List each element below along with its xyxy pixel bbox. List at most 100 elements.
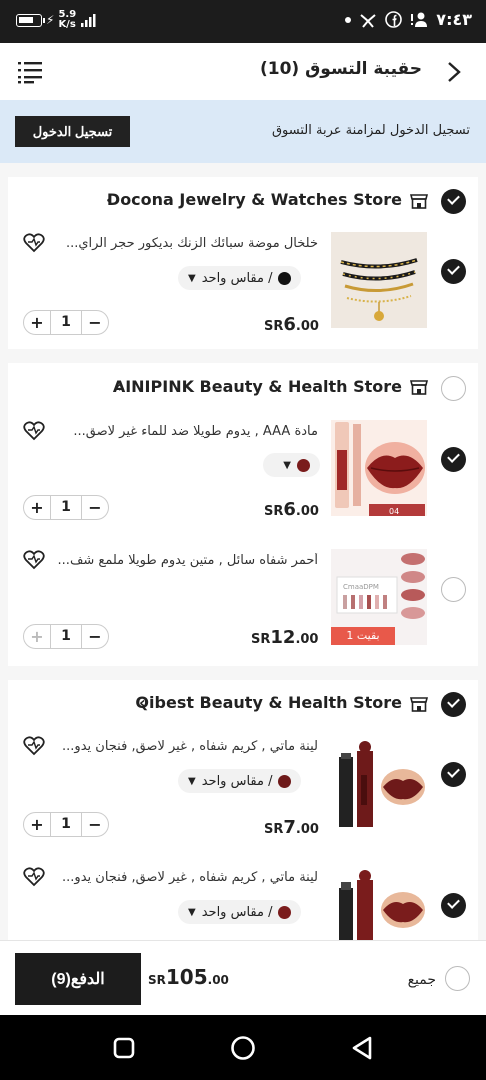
- quantity-value[interactable]: 1: [50, 496, 82, 519]
- quantity-value[interactable]: 1: [50, 813, 82, 836]
- store-checkbox[interactable]: [441, 189, 466, 214]
- user-alert-icon: [411, 12, 428, 27]
- wishlist-heart-icon[interactable]: [23, 421, 45, 441]
- price-decimal: .00: [295, 504, 319, 519]
- product-image[interactable]: [331, 735, 427, 831]
- item-checkbox[interactable]: [441, 762, 466, 787]
- store-icon: [410, 697, 428, 712]
- stock-badge: بقيت 1: [331, 627, 395, 645]
- price-integer: 12: [270, 627, 296, 648]
- item-price: SR6.00: [264, 499, 319, 520]
- item-checkbox[interactable]: [441, 447, 466, 472]
- signal-icon: [81, 14, 96, 27]
- list-menu-icon[interactable]: [18, 60, 44, 84]
- quantity-value[interactable]: 1: [50, 311, 82, 334]
- quantity-stepper: + 1 −: [23, 812, 109, 837]
- item-checkbox[interactable]: [441, 893, 466, 918]
- price-currency: SR: [264, 319, 284, 334]
- decrease-quantity-button[interactable]: −: [82, 498, 108, 517]
- chevron-left-icon[interactable]: ‹: [115, 377, 122, 396]
- wishlist-heart-icon[interactable]: [23, 233, 45, 253]
- total-decimal: .00: [207, 973, 229, 987]
- variant-color-swatch: [278, 774, 292, 788]
- select-all-checkbox[interactable]: [445, 966, 470, 991]
- checkout-bar: الدفع(9) SR105.00 جميع: [0, 940, 486, 1015]
- product-image[interactable]: [331, 232, 427, 328]
- variant-color-swatch: [278, 271, 292, 285]
- price-decimal: .00: [295, 632, 319, 647]
- total-price: SR105.00: [148, 965, 229, 989]
- product-image[interactable]: 04: [331, 420, 427, 516]
- increase-quantity-button[interactable]: +: [24, 627, 50, 646]
- home-icon[interactable]: [230, 1035, 256, 1061]
- quantity-value[interactable]: 1: [50, 625, 82, 648]
- wishlist-heart-icon[interactable]: [23, 550, 45, 570]
- select-all-label[interactable]: جميع: [408, 972, 436, 988]
- product-name[interactable]: أحمر شفاه سائل , متين يدوم طويلا ملمع شف…: [48, 553, 318, 568]
- total-integer: 105: [165, 965, 208, 989]
- variant-label: / مقاس واحد: [201, 904, 273, 920]
- store-name[interactable]: Qibest Beauty & Health Store: [135, 693, 402, 712]
- chevron-down-icon: ▼: [188, 775, 196, 787]
- price-integer: 6: [283, 314, 296, 335]
- price-decimal: .00: [295, 822, 319, 837]
- charging-icon: ⚡: [46, 13, 55, 27]
- status-right: ٧:٤٣: [345, 10, 472, 29]
- back-icon[interactable]: [350, 1035, 374, 1061]
- price-currency: SR: [264, 504, 284, 519]
- page-title: حقيبة التسوق (10): [259, 59, 422, 79]
- net-speed-unit: K/s: [58, 19, 76, 30]
- product-name[interactable]: لينة ماتي , كريم شفاه , غير لاصق, فنجان …: [48, 739, 318, 754]
- status-left: ⚡ 5.9 K/s: [16, 10, 98, 30]
- variant-selector[interactable]: ▼: [263, 453, 320, 477]
- status-time: ٧:٤٣: [436, 10, 472, 29]
- store-icon: [410, 380, 428, 395]
- product-name[interactable]: مادة AAA , يدوم طويلا ضد للماء غير لاصق.…: [48, 424, 318, 439]
- product-name[interactable]: خلخال موضة سبائك الزنك بديكور حجر الراي.…: [48, 236, 318, 251]
- item-checkbox[interactable]: [441, 259, 466, 284]
- store-name[interactable]: AINIPINK Beauty & Health Store: [113, 377, 402, 396]
- product-image[interactable]: CmaaDPM بقيت 1: [331, 549, 427, 645]
- wishlist-heart-icon[interactable]: [23, 736, 45, 756]
- increase-quantity-button[interactable]: +: [24, 313, 50, 332]
- variant-selector[interactable]: / مقاس واحد ▼: [178, 769, 302, 793]
- recent-apps-icon[interactable]: [113, 1037, 135, 1059]
- product-image-caption: 04: [389, 507, 399, 516]
- variant-selector[interactable]: / مقاس واحد ▼: [178, 266, 302, 290]
- product-image[interactable]: [331, 866, 427, 940]
- store-card: AINIPINK Beauty & Health Store ‹ 04 مادة…: [8, 363, 478, 666]
- chevron-right-icon[interactable]: [444, 61, 464, 83]
- variant-selector[interactable]: / مقاس واحد ▼: [178, 900, 302, 924]
- price-integer: 6: [283, 499, 296, 520]
- decrease-quantity-button[interactable]: −: [82, 313, 108, 332]
- price-integer: 7: [283, 817, 296, 838]
- decrease-quantity-button[interactable]: −: [82, 627, 108, 646]
- wishlist-heart-icon[interactable]: [23, 867, 45, 887]
- checkout-button[interactable]: الدفع(9): [15, 953, 141, 1005]
- login-banner-text: تسجيل الدخول لمزامنة عربة التسوق: [271, 123, 470, 138]
- product-image-brand: CmaaDPM: [343, 583, 379, 591]
- increase-quantity-button[interactable]: +: [24, 815, 50, 834]
- chevron-left-icon[interactable]: ‹: [139, 693, 146, 712]
- login-button[interactable]: تسجيل الدخول: [15, 116, 130, 147]
- increase-quantity-button[interactable]: +: [24, 498, 50, 517]
- facebook-icon: [385, 11, 403, 28]
- store-checkbox[interactable]: [441, 692, 466, 717]
- chevron-down-icon: ▼: [188, 906, 196, 918]
- store-name[interactable]: Docona Jewelry & Watches Store: [107, 190, 402, 209]
- chevron-left-icon[interactable]: ‹: [106, 190, 113, 209]
- item-checkbox[interactable]: [441, 577, 466, 602]
- notification-dot-icon: [345, 16, 352, 23]
- store-card: Qibest Beauty & Health Store ‹ لينة ماتي…: [8, 680, 478, 942]
- product-name[interactable]: لينة ماتي , كريم شفاه , غير لاصق, فنجان …: [48, 870, 318, 885]
- store-checkbox[interactable]: [441, 376, 466, 401]
- variant-color-swatch: [278, 905, 292, 919]
- total-currency: SR: [148, 973, 166, 987]
- decrease-quantity-button[interactable]: −: [82, 815, 108, 834]
- app-notification-icon: [360, 13, 376, 28]
- variant-color-swatch: [297, 458, 310, 472]
- quantity-stepper: + 1 −: [23, 624, 109, 649]
- price-currency: SR: [251, 632, 271, 647]
- quantity-stepper: + 1 −: [23, 495, 109, 520]
- quantity-stepper: + 1 −: [23, 310, 109, 335]
